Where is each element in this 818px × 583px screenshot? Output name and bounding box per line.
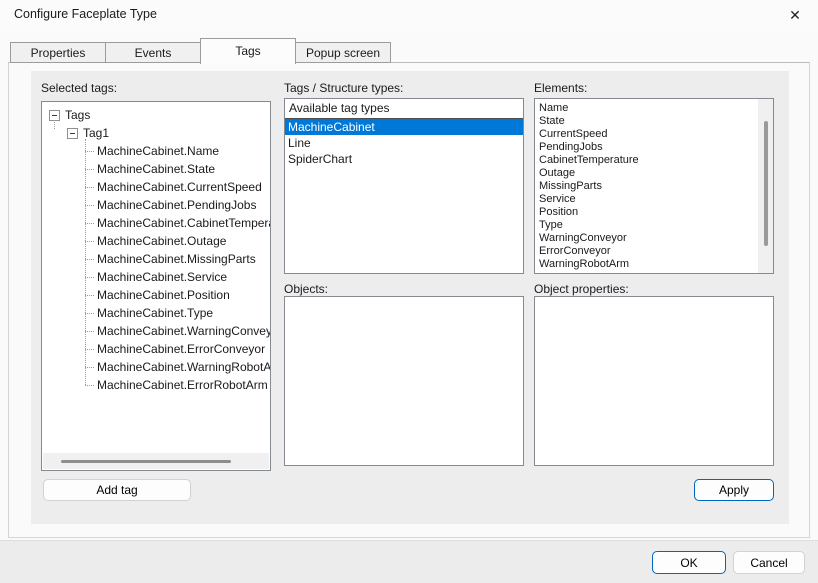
tree-item-label: MachineCabinet.MissingParts xyxy=(97,252,256,266)
tag-types-items: MachineCabinet Line SpiderChart xyxy=(285,119,523,167)
tree-connector xyxy=(85,367,94,368)
tree-item-label: MachineCabinet.ErrorRobotArm xyxy=(97,378,268,392)
element-item[interactable]: Outage xyxy=(539,167,773,180)
close-icon[interactable]: ✕ xyxy=(772,0,818,30)
tree-connector xyxy=(85,385,94,386)
tree-item-label: MachineCabinet.Service xyxy=(97,270,227,284)
tree-item[interactable]: MachineCabinet.State xyxy=(85,160,270,178)
tree-item[interactable]: MachineCabinet.CurrentSpeed xyxy=(85,178,270,196)
tree-leaves: MachineCabinet.Name MachineCabinet.State… xyxy=(85,142,270,394)
element-item[interactable]: WarningRobotArm xyxy=(539,258,773,271)
element-item[interactable]: Position xyxy=(539,206,773,219)
tree-item-label: MachineCabinet.WarningRobotArm xyxy=(97,360,270,374)
tree-connector xyxy=(85,277,94,278)
collapse-toggle-icon[interactable] xyxy=(67,128,78,139)
element-item[interactable]: MissingParts xyxy=(539,180,773,193)
element-item[interactable]: PendingJobs xyxy=(539,141,773,154)
tab[interactable]: Tags xyxy=(200,38,296,64)
objects-label: Objects: xyxy=(284,282,328,296)
collapse-toggle-icon[interactable] xyxy=(49,110,60,121)
horizontal-scrollbar[interactable] xyxy=(43,453,269,469)
tree-item[interactable]: MachineCabinet.PendingJobs xyxy=(85,196,270,214)
selected-tags-label: Selected tags: xyxy=(41,81,117,95)
tab[interactable]: Popup screen xyxy=(295,42,391,63)
tag-types-list[interactable]: Available tag types MachineCabinet Line … xyxy=(284,98,524,274)
tree-item-label: MachineCabinet.WarningConveyor xyxy=(97,324,270,338)
tree-item[interactable]: MachineCabinet.MissingParts xyxy=(85,250,270,268)
add-tag-button[interactable]: Add tag xyxy=(43,479,191,501)
object-properties-label: Object properties: xyxy=(534,282,629,296)
title-bar: Configure Faceplate Type ✕ xyxy=(0,0,818,30)
tree-connector xyxy=(85,187,94,188)
tree-node-label: Tag1 xyxy=(83,126,109,140)
tree-connector xyxy=(85,241,94,242)
dialog-title: Configure Faceplate Type xyxy=(14,7,157,21)
apply-button[interactable]: Apply xyxy=(694,479,774,501)
tags-tab-content: Selected tags: Tags Tag1 xyxy=(31,71,789,524)
tab-bar: Properties Events Tags Popup screen xyxy=(10,37,391,63)
tree-item[interactable]: MachineCabinet.ErrorConveyor xyxy=(85,340,270,358)
tree-item[interactable]: MachineCabinet.Service xyxy=(85,268,270,286)
tree-item[interactable]: MachineCabinet.WarningConveyor xyxy=(85,322,270,340)
tree-item[interactable]: MachineCabinet.ErrorRobotArm xyxy=(85,376,270,394)
ok-button[interactable]: OK xyxy=(652,551,726,574)
tree-connector xyxy=(85,151,94,152)
vertical-scrollbar[interactable] xyxy=(758,99,773,273)
tree-item-label: MachineCabinet.CurrentSpeed xyxy=(97,180,262,194)
tree-item-label: MachineCabinet.ErrorConveyor xyxy=(97,342,265,356)
tree-item[interactable]: MachineCabinet.Position xyxy=(85,286,270,304)
tree-item[interactable]: MachineCabinet.Name xyxy=(85,142,270,160)
tag-type-item[interactable]: Line xyxy=(285,135,523,151)
tree-connector xyxy=(85,349,94,350)
tag-types-label: Tags / Structure types: xyxy=(284,81,403,95)
tree-item-label: MachineCabinet.Name xyxy=(97,144,219,158)
tree-item-label: MachineCabinet.State xyxy=(97,162,215,176)
tree-connector xyxy=(85,295,94,296)
element-item[interactable]: Type xyxy=(539,219,773,232)
object-properties-list[interactable] xyxy=(534,296,774,466)
element-item[interactable]: WarningConveyor xyxy=(539,232,773,245)
objects-list[interactable] xyxy=(284,296,524,466)
element-item[interactable]: Service xyxy=(539,193,773,206)
tag-type-item[interactable]: SpiderChart xyxy=(285,151,523,167)
element-item[interactable]: Name xyxy=(539,102,773,115)
elements-items: Name State CurrentSpeed PendingJobs Cabi… xyxy=(535,99,773,271)
tree-connector xyxy=(85,313,94,314)
tree-connector xyxy=(85,223,94,224)
configure-faceplate-dialog: Configure Faceplate Type ✕ Properties Ev… xyxy=(0,0,818,583)
element-item[interactable]: State xyxy=(539,115,773,128)
tree-item[interactable]: MachineCabinet.Type xyxy=(85,304,270,322)
tree-node-tag1[interactable]: Tag1 xyxy=(49,124,270,142)
tree-node-label: Tags xyxy=(65,108,90,122)
tree-item[interactable]: MachineCabinet.Outage xyxy=(85,232,270,250)
tree-item-label: MachineCabinet.CabinetTemperature xyxy=(97,216,270,230)
tree-connector xyxy=(85,331,94,332)
scrollbar-thumb[interactable] xyxy=(764,121,768,246)
element-item[interactable]: CurrentSpeed xyxy=(539,128,773,141)
tab[interactable]: Events xyxy=(105,42,201,63)
dialog-footer: OK Cancel xyxy=(0,540,818,583)
elements-list[interactable]: Name State CurrentSpeed PendingJobs Cabi… xyxy=(534,98,774,274)
element-item[interactable]: CabinetTemperature xyxy=(539,154,773,167)
tree-item-label: MachineCabinet.PendingJobs xyxy=(97,198,256,212)
element-item[interactable]: ErrorConveyor xyxy=(539,245,773,258)
scrollbar-thumb[interactable] xyxy=(61,460,231,463)
tab-page: Selected tags: Tags Tag1 xyxy=(8,62,810,538)
tree-connector xyxy=(85,259,94,260)
tree-item[interactable]: MachineCabinet.CabinetTemperature xyxy=(85,214,270,232)
tree-connector xyxy=(85,205,94,206)
tree-item[interactable]: MachineCabinet.WarningRobotArm xyxy=(85,358,270,376)
tree-connector xyxy=(85,169,94,170)
selected-tags-tree[interactable]: Tags Tag1 MachineCabinet.Name xyxy=(41,101,271,471)
tag-types-list-header: Available tag types xyxy=(285,99,523,119)
tag-tree: Tags Tag1 MachineCabinet.Name xyxy=(42,102,270,470)
tab[interactable]: Properties xyxy=(10,42,106,63)
cancel-button[interactable]: Cancel xyxy=(733,551,805,574)
elements-label: Elements: xyxy=(534,81,587,95)
tree-item-label: MachineCabinet.Type xyxy=(97,306,213,320)
tree-item-label: MachineCabinet.Position xyxy=(97,288,230,302)
tag-type-item[interactable]: MachineCabinet xyxy=(285,119,523,135)
tree-node-tags[interactable]: Tags xyxy=(49,106,270,124)
tree-item-label: MachineCabinet.Outage xyxy=(97,234,226,248)
